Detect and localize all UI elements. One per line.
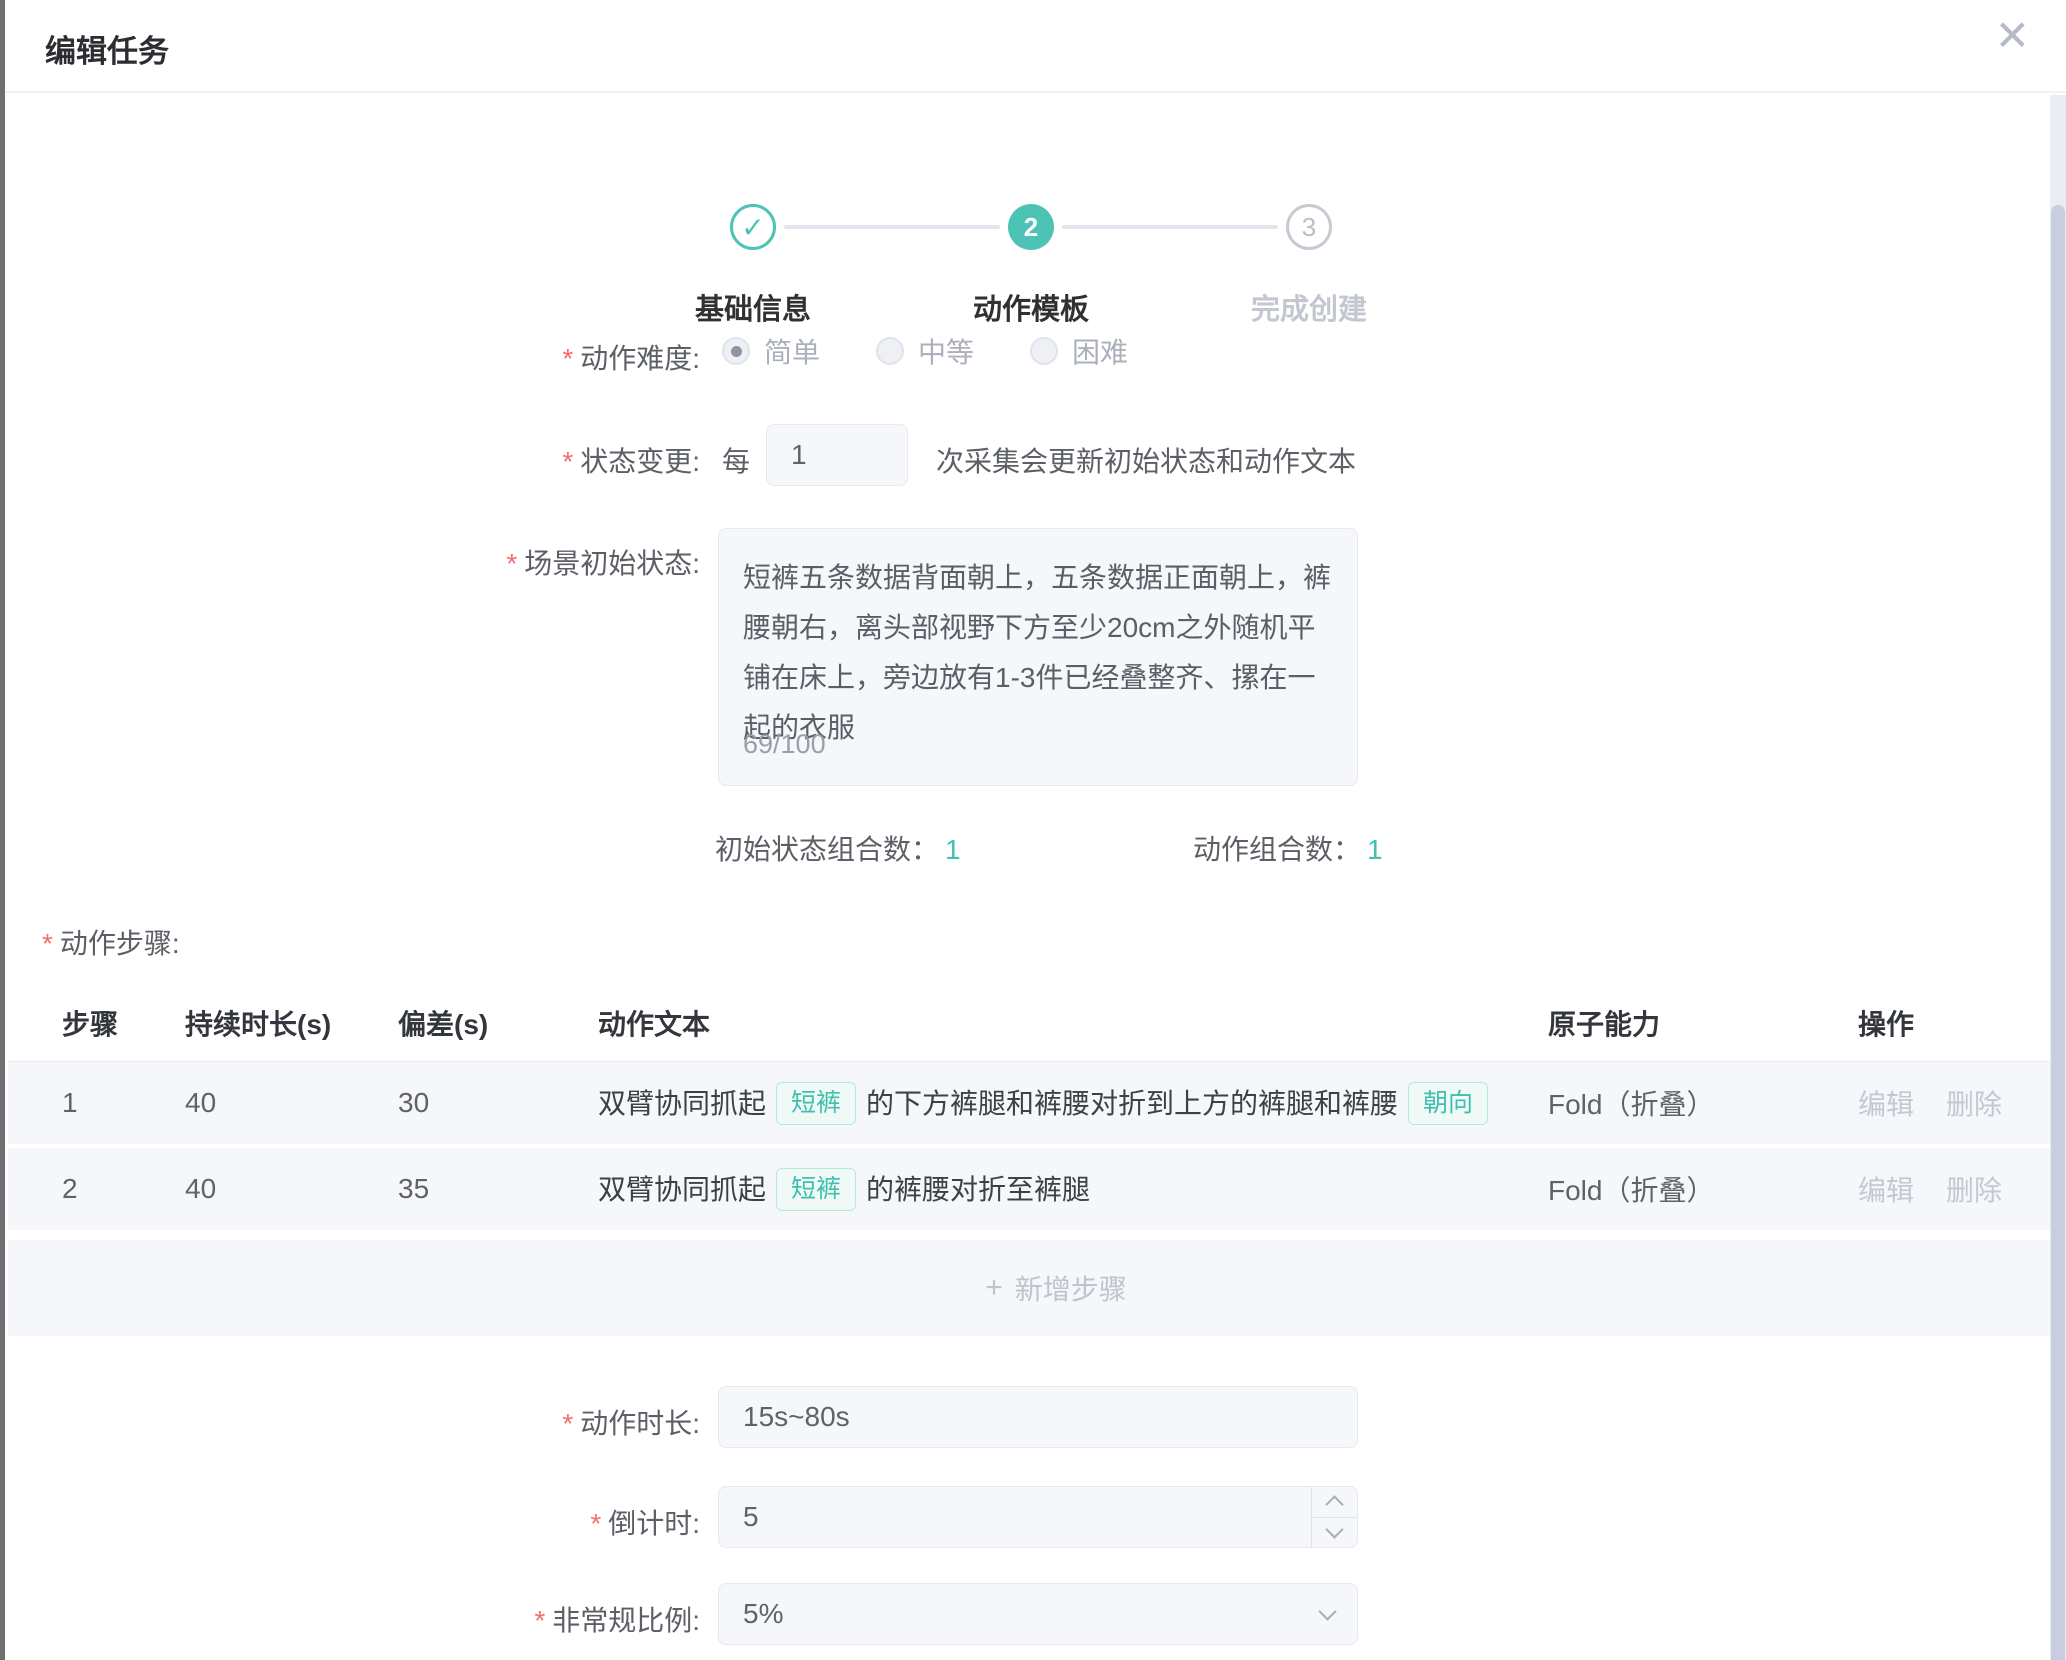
close-icon[interactable]: ✕ [1995, 12, 2030, 60]
countdown-input[interactable]: 5 [718, 1486, 1358, 1548]
increase-button[interactable] [1312, 1487, 1357, 1517]
chevron-down-icon [1319, 1605, 1337, 1623]
required-asterisk: * [590, 1508, 601, 1539]
cell-step: 1 [62, 1087, 185, 1119]
step-connector-2 [1062, 225, 1278, 229]
radio-hard[interactable]: 困难 [1030, 331, 1128, 371]
edit-link[interactable]: 编辑 [1858, 1089, 1914, 1120]
cell-ability: Fold（折叠） [1548, 1083, 1858, 1123]
table-row: 2 40 35 双臂协同抓起短裤的裤腰对折至裤腿 Fold（折叠） 编辑 删除 [8, 1148, 2050, 1234]
chevron-up-icon [1326, 1493, 1344, 1511]
delete-link[interactable]: 删除 [1946, 1089, 2002, 1120]
radio-medium-label: 中等 [918, 331, 974, 371]
action-steps-table: 步骤 持续时长(s) 偏差(s) 动作文本 原子能力 操作 1 40 30 双臂… [8, 985, 2050, 1336]
step-connector-1 [784, 225, 1000, 229]
required-asterisk: * [534, 1605, 545, 1636]
state-change-suffix: 次采集会更新初始状态和动作文本 [936, 440, 1356, 480]
radio-easy-label: 简单 [764, 331, 820, 371]
state-change-label: *状态变更: [260, 440, 700, 480]
radio-hard-circle [1030, 337, 1058, 365]
step-2-circle: 2 [1008, 204, 1054, 250]
unusual-ratio-label: *非常规比例: [260, 1599, 700, 1639]
difficulty-radio-group: 简单 中等 困难 [722, 323, 1184, 379]
cell-operations: 编辑 删除 [1858, 1169, 2050, 1209]
plus-icon: + [985, 1271, 1003, 1305]
orientation-tag: 朝向 [1408, 1082, 1488, 1125]
object-tag: 短裤 [776, 1168, 856, 1211]
table-header-row: 步骤 持续时长(s) 偏差(s) 动作文本 原子能力 操作 [8, 985, 2050, 1062]
radio-medium[interactable]: 中等 [876, 331, 974, 371]
dialog-title: 编辑任务 [45, 26, 169, 71]
required-asterisk: * [42, 928, 53, 959]
state-change-input[interactable]: 1 [766, 424, 908, 486]
radio-medium-circle [876, 337, 904, 365]
required-asterisk: * [562, 446, 573, 477]
state-change-prefix: 每 [722, 440, 750, 480]
radio-hard-label: 困难 [1072, 331, 1128, 371]
difficulty-label: *动作难度: [260, 337, 700, 377]
header-deviation: 偏差(s) [398, 1003, 598, 1043]
duration-label: *动作时长: [260, 1402, 700, 1442]
header-duration: 持续时长(s) [185, 1003, 398, 1043]
initial-combo-count: 初始状态组合数：1 [715, 828, 961, 868]
cell-ability: Fold（折叠） [1548, 1169, 1858, 1209]
required-asterisk: * [562, 343, 573, 374]
initial-state-textarea[interactable]: 短裤五条数据背面朝上，五条数据正面朝上，裤腰朝右，离头部视野下方至少20cm之外… [718, 528, 1358, 786]
cell-duration: 40 [185, 1173, 398, 1205]
header-action-text: 动作文本 [598, 1003, 1548, 1043]
action-combo-value: 1 [1367, 834, 1383, 865]
cell-action-text: 双臂协同抓起短裤的下方裤腿和裤腰对折到上方的裤腿和裤腰朝向 [598, 1082, 1548, 1125]
cell-action-text: 双臂协同抓起短裤的裤腰对折至裤腿 [598, 1168, 1548, 1211]
required-asterisk: * [506, 548, 517, 579]
radio-easy[interactable]: 简单 [722, 331, 820, 371]
header-ability: 原子能力 [1548, 1003, 1858, 1043]
radio-selected-dot [731, 346, 742, 357]
step-2-label: 动作模板 [911, 286, 1151, 328]
table-row: 1 40 30 双臂协同抓起短裤的下方裤腿和裤腰对折到上方的裤腿和裤腰朝向 Fo… [8, 1062, 2050, 1148]
cell-operations: 编辑 删除 [1858, 1083, 2050, 1123]
action-steps-section-label: *动作步骤: [42, 922, 180, 962]
delete-link[interactable]: 删除 [1946, 1175, 2002, 1206]
initial-state-text: 短裤五条数据背面朝上，五条数据正面朝上，裤腰朝右，离头部视野下方至少20cm之外… [743, 562, 1331, 743]
duration-input[interactable]: 15s~80s [718, 1386, 1358, 1448]
edit-task-dialog: 编辑任务 ✕ ✓ 2 3 基础信息 动作模板 完成创建 *动作难度: 简单 中等 [0, 0, 2066, 1660]
step-1-check-icon: ✓ [730, 204, 776, 250]
unusual-ratio-select[interactable]: 5% [718, 1583, 1358, 1645]
cell-deviation: 30 [398, 1087, 598, 1119]
step-1-label: 基础信息 [633, 286, 873, 328]
required-asterisk: * [562, 1408, 573, 1439]
edit-link[interactable]: 编辑 [1858, 1175, 1914, 1206]
chevron-down-icon [1326, 1523, 1344, 1541]
add-step-button[interactable]: + 新增步骤 [8, 1240, 2050, 1336]
object-tag: 短裤 [776, 1082, 856, 1125]
cell-duration: 40 [185, 1087, 398, 1119]
action-combo-count: 动作组合数：1 [1193, 828, 1383, 868]
step-3-label: 完成创建 [1189, 286, 1429, 328]
step-wizard: ✓ 2 3 基础信息 动作模板 完成创建 [0, 93, 2066, 243]
dialog-header: 编辑任务 ✕ [5, 0, 2066, 93]
initial-combo-value: 1 [945, 834, 961, 865]
add-step-label: 新增步骤 [1015, 1268, 1127, 1308]
scrollbar-track[interactable] [2050, 95, 2066, 1660]
header-step: 步骤 [62, 1003, 185, 1043]
decrease-button[interactable] [1312, 1517, 1357, 1548]
cell-step: 2 [62, 1173, 185, 1205]
number-stepper [1311, 1487, 1357, 1547]
step-3-circle: 3 [1286, 204, 1332, 250]
radio-easy-circle [722, 337, 750, 365]
cell-deviation: 35 [398, 1173, 598, 1205]
scrollbar-thumb[interactable] [2051, 205, 2065, 1660]
countdown-label: *倒计时: [260, 1502, 700, 1542]
page-left-edge [0, 0, 5, 1660]
initial-state-label: *场景初始状态: [260, 542, 700, 582]
header-operations: 操作 [1858, 1003, 2050, 1043]
char-counter: 69/100 [743, 719, 826, 769]
